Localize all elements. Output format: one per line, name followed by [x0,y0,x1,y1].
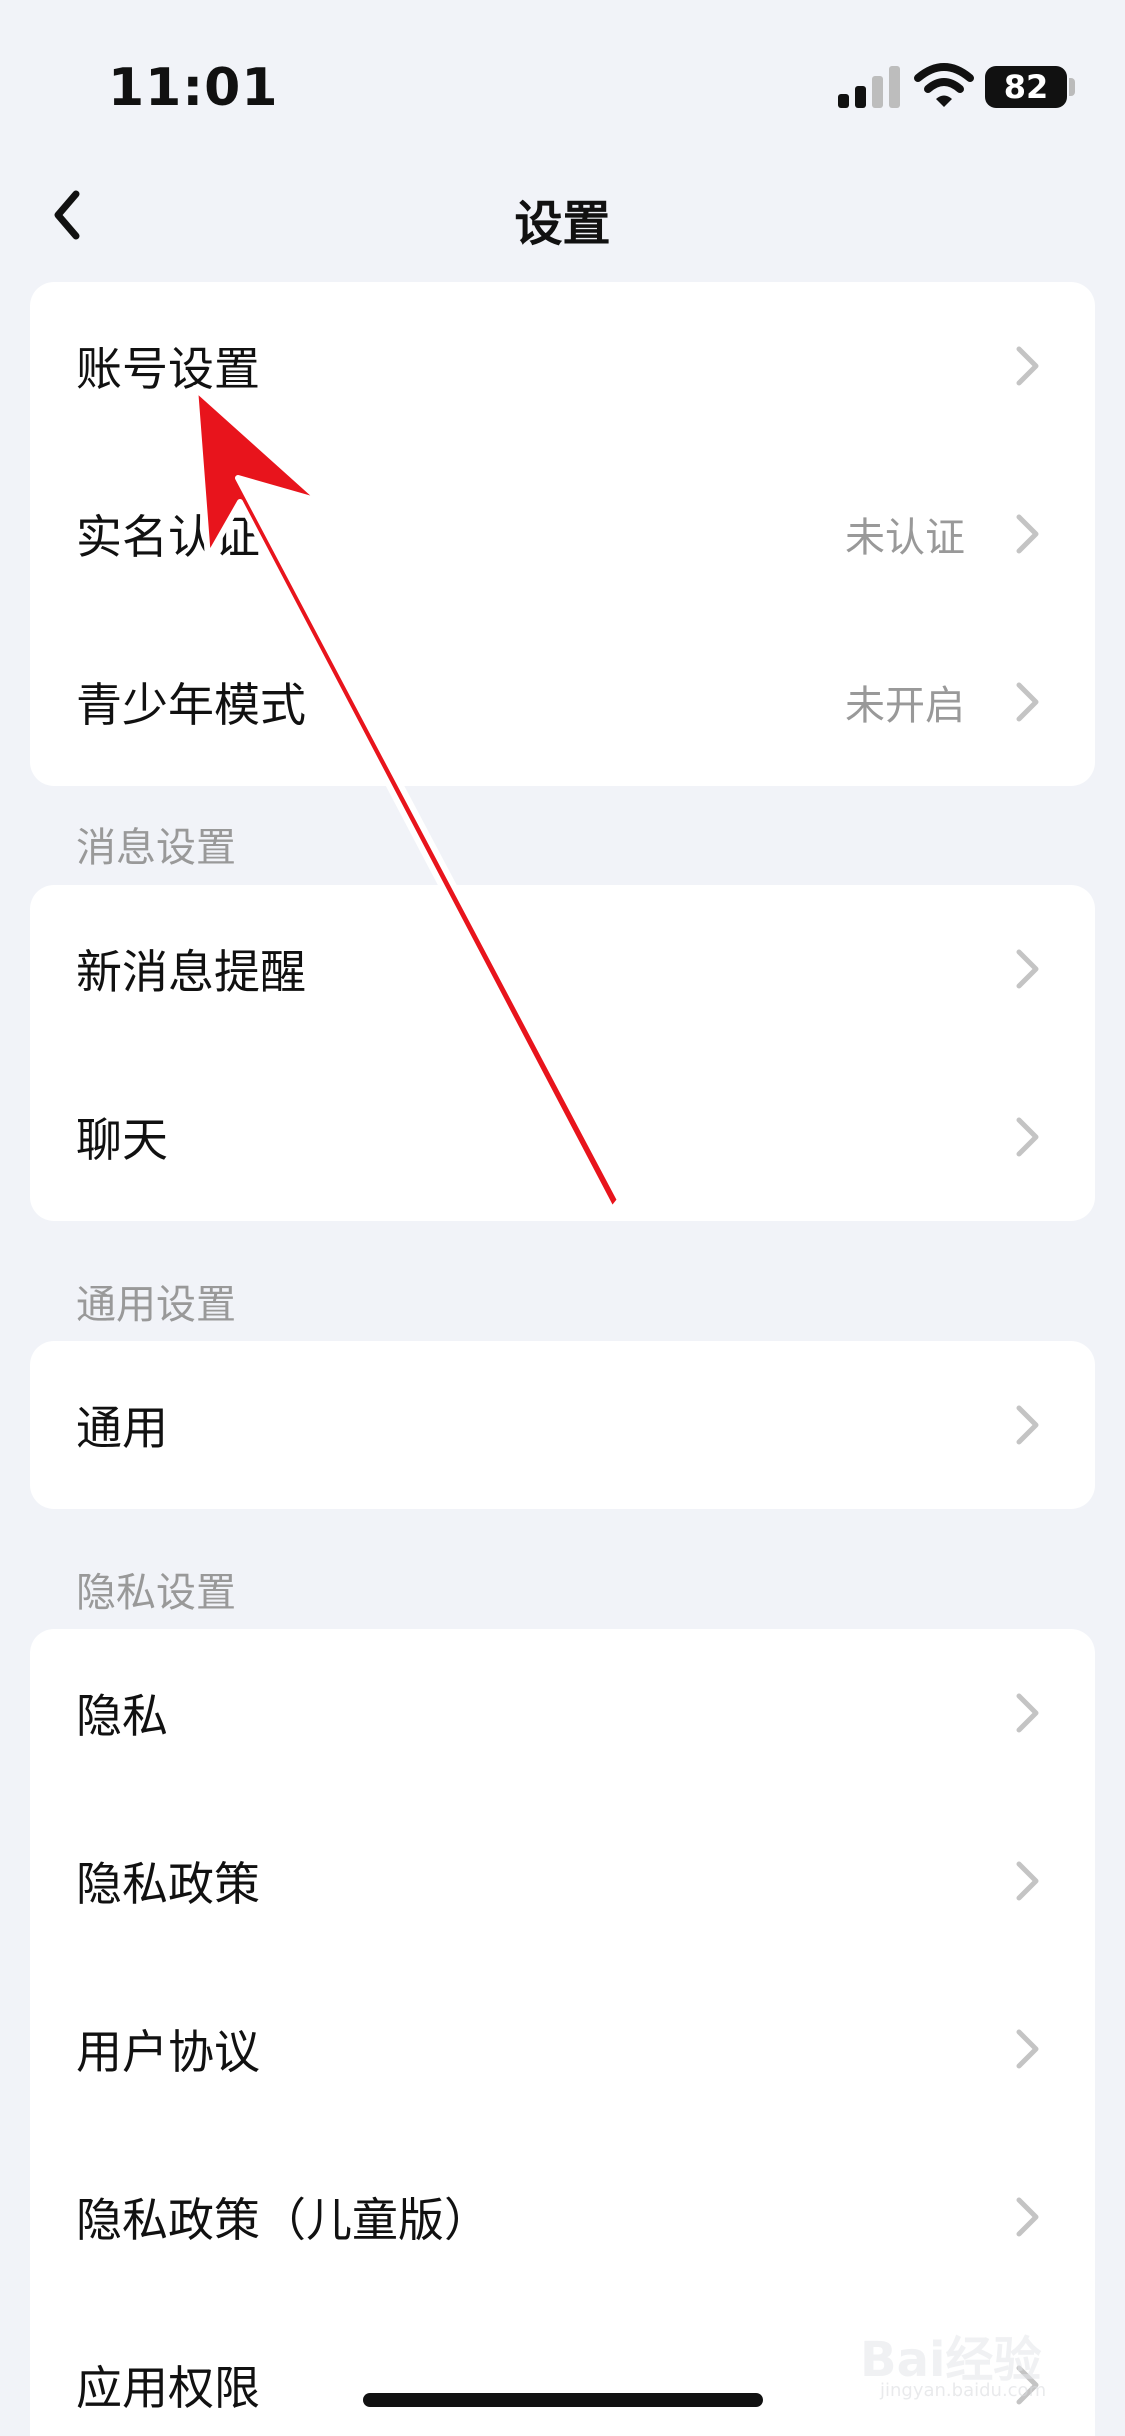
messages-card: 新消息提醒 聊天 [30,885,1095,1221]
section-header-privacy: 隐私设置 [76,1570,236,1616]
row-value: 未认证 [845,515,965,561]
row-privacy-policy[interactable]: 隐私政策 [30,1797,1095,1965]
row-label: 隐私政策（儿童版） [76,2193,490,2247]
chevron-right-icon [1016,1693,1039,1733]
home-indicator[interactable] [363,2393,763,2407]
row-chat[interactable]: 聊天 [30,1053,1095,1221]
watermark-logo: Bai经验 jingyan.baidu.com [860,2300,1090,2410]
chevron-right-icon [1016,949,1039,989]
watermark-subtext: jingyan.baidu.com [880,2380,1047,2401]
section-header-messages: 消息设置 [76,825,236,871]
status-bar: 11:01 82 [0,0,1125,150]
status-time: 11:01 [108,58,279,118]
battery-cap [1069,78,1075,96]
wifi-icon [914,63,974,107]
chevron-right-icon [1016,1405,1039,1445]
row-child-privacy-policy[interactable]: 隐私政策（儿童版） [30,2133,1095,2301]
row-general[interactable]: 通用 [30,1341,1095,1509]
cellular-signal-icon [838,66,900,108]
nav-bar: 设置 [0,170,1125,260]
row-account-settings[interactable]: 账号设置 [30,282,1095,450]
row-label: 账号设置 [76,342,260,396]
row-label: 青少年模式 [76,678,306,732]
page-title: 设置 [514,196,611,252]
row-label: 新消息提醒 [76,945,306,999]
row-new-message-alerts[interactable]: 新消息提醒 [30,885,1095,1053]
chevron-right-icon [1016,346,1039,386]
row-label: 用户协议 [76,2025,260,2079]
row-user-agreement[interactable]: 用户协议 [30,1965,1095,2133]
row-label: 应用权限 [76,2361,260,2415]
chevron-right-icon [1016,2029,1039,2069]
row-label: 隐私 [76,1689,168,1743]
chevron-right-icon [1016,1861,1039,1901]
row-label: 实名认证 [76,510,260,564]
row-label: 聊天 [76,1113,168,1167]
battery-indicator: 82 [985,66,1067,108]
section-header-general: 通用设置 [76,1282,236,1328]
row-label: 隐私政策 [76,1857,260,1911]
row-real-name-verification[interactable]: 实名认证 未认证 [30,450,1095,618]
general-card: 通用 [30,1341,1095,1509]
chevron-right-icon [1016,2197,1039,2237]
row-teen-mode[interactable]: 青少年模式 未开启 [30,618,1095,786]
account-card: 账号设置 实名认证 未认证 青少年模式 未开启 [30,282,1095,786]
row-privacy[interactable]: 隐私 [30,1629,1095,1797]
row-value: 未开启 [845,683,965,729]
row-label: 通用 [76,1401,168,1455]
chevron-right-icon [1016,1117,1039,1157]
chevron-right-icon [1016,514,1039,554]
chevron-right-icon [1016,682,1039,722]
